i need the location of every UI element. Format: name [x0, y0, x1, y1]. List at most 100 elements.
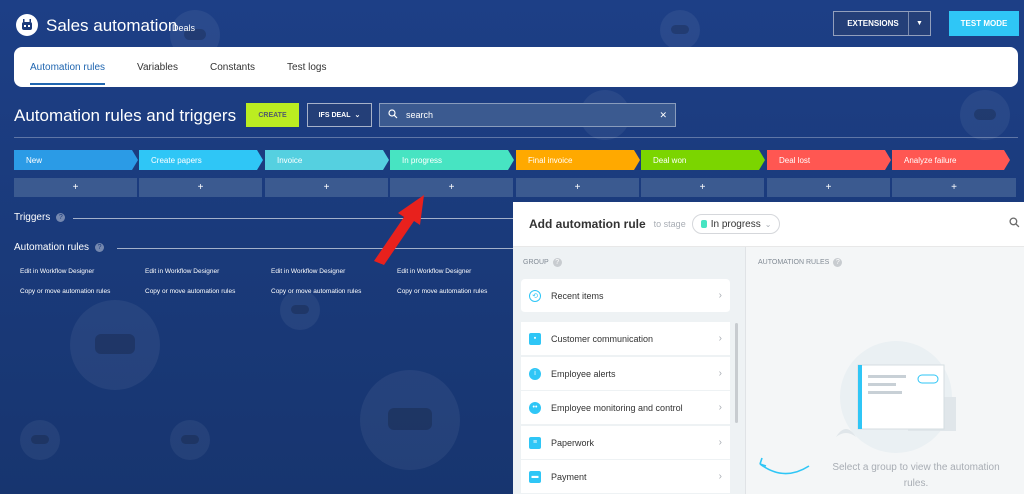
- edit-workflow-link[interactable]: Edit in Workflow Designer: [271, 268, 345, 275]
- pipeline-label: IFS DEAL: [318, 111, 351, 119]
- scrollbar[interactable]: [735, 323, 738, 423]
- history-icon: ⟲: [529, 289, 541, 302]
- group-employee-monitoring[interactable]: •• Employee monitoring and control ›: [521, 391, 730, 425]
- tab-automation-rules[interactable]: Automation rules: [30, 47, 106, 87]
- automation-rules-label: Automation rules: [14, 242, 90, 253]
- add-rule-button[interactable]: +: [139, 178, 262, 197]
- stage-selector[interactable]: In progress ⌄: [691, 214, 781, 234]
- add-rule-button[interactable]: +: [892, 178, 1016, 197]
- top-bar: Sales automation Deals EXTENSIONS ▼ TEST…: [0, 0, 1024, 48]
- panel-header: Add automation rule to stage In progress…: [513, 202, 1024, 247]
- group-employee-alerts[interactable]: i Employee alerts ›: [521, 357, 730, 391]
- test-mode-button[interactable]: TEST MODE: [949, 11, 1019, 36]
- create-button[interactable]: CREATE: [246, 103, 299, 127]
- copy-move-link[interactable]: Copy or move automation rules: [145, 288, 235, 295]
- copy-move-link[interactable]: Copy or move automation rules: [20, 288, 110, 295]
- group-recent-items[interactable]: ⟲ Recent items ›: [521, 279, 730, 313]
- edit-workflow-link[interactable]: Edit in Workflow Designer: [145, 268, 219, 275]
- stage-analyze-failure[interactable]: Analyze failure: [892, 150, 1010, 170]
- chevron-right-icon: ›: [718, 333, 722, 344]
- extensions-label: EXTENSIONS: [847, 19, 899, 28]
- robot-watermark-icon: [20, 420, 60, 460]
- group-paperwork[interactable]: ≡ Paperwork ›: [521, 426, 730, 460]
- group-item-label: Paperwork: [551, 437, 595, 448]
- empty-state-text: Select a group to view the automation ru…: [832, 462, 1000, 489]
- group-list: GROUP ? ⟲ Recent items › ▪ Customer comm…: [513, 247, 745, 494]
- add-rule-panel: Add automation rule to stage In progress…: [513, 202, 1024, 494]
- group-label: GROUP: [523, 259, 549, 266]
- group-item-label: Employee alerts: [551, 368, 616, 379]
- stage-in-progress[interactable]: In progress: [390, 150, 514, 170]
- add-rule-button[interactable]: +: [14, 178, 137, 197]
- info-icon: i: [529, 367, 541, 380]
- copy-move-link[interactable]: Copy or move automation rules: [271, 288, 361, 295]
- stage-invoice[interactable]: Invoice: [265, 150, 389, 170]
- chevron-right-icon: ›: [718, 368, 722, 379]
- chevron-down-icon[interactable]: ▼: [908, 12, 930, 35]
- tab-constants[interactable]: Constants: [210, 47, 255, 87]
- pipeline-select[interactable]: IFS DEAL ⌄: [307, 103, 372, 127]
- rules-column-header: AUTOMATION RULES ?: [758, 258, 843, 267]
- add-rule-button[interactable]: +: [516, 178, 639, 197]
- chevron-right-icon: ›: [718, 290, 722, 301]
- chevron-down-icon: ⌄: [354, 112, 361, 119]
- search-value: search: [406, 110, 434, 120]
- robot-watermark-icon: [360, 370, 460, 470]
- to-stage-label: to stage: [653, 219, 686, 229]
- rules-list: AUTOMATION RULES ? Select a group to vie…: [745, 247, 1024, 494]
- help-icon[interactable]: ?: [56, 213, 66, 222]
- section-divider: [73, 218, 513, 219]
- rules-label: AUTOMATION RULES: [758, 259, 830, 266]
- help-icon[interactable]: ?: [552, 258, 562, 267]
- extensions-button[interactable]: EXTENSIONS ▼: [833, 11, 931, 36]
- stage-new[interactable]: New: [14, 150, 138, 170]
- panel-title: Add automation rule: [529, 217, 646, 231]
- stage-deal-lost[interactable]: Deal lost: [767, 150, 891, 170]
- section-divider: [117, 248, 513, 249]
- empty-state-illustration-icon: [836, 341, 956, 453]
- help-icon[interactable]: ?: [833, 258, 843, 267]
- document-icon: ≡: [529, 436, 541, 449]
- stage-create-papers[interactable]: Create papers: [139, 150, 263, 170]
- edit-workflow-link[interactable]: Edit in Workflow Designer: [20, 268, 94, 275]
- chat-icon: ▪: [529, 332, 541, 345]
- curved-arrow-icon: [759, 457, 810, 475]
- chevron-right-icon: ›: [718, 471, 722, 482]
- red-arrow-annotation: [374, 195, 424, 265]
- group-item-label: Employee monitoring and control: [551, 402, 683, 413]
- stage-final-invoice[interactable]: Final invoice: [516, 150, 640, 170]
- search-input[interactable]: search ✕: [379, 103, 676, 127]
- group-customer-communication[interactable]: ▪ Customer communication ›: [521, 322, 730, 356]
- help-icon[interactable]: ?: [95, 243, 105, 252]
- wallet-icon: ▬: [529, 470, 541, 483]
- search-icon[interactable]: [1009, 217, 1020, 231]
- stage-selector-label: In progress: [710, 218, 761, 230]
- app-title: Sales automation: [46, 16, 178, 35]
- group-payment[interactable]: ▬ Payment ›: [521, 460, 730, 494]
- edit-workflow-link[interactable]: Edit in Workflow Designer: [397, 268, 471, 275]
- tab-test-logs[interactable]: Test logs: [287, 47, 326, 87]
- robot-watermark-icon: [70, 300, 160, 390]
- chevron-down-icon: ⌄: [764, 219, 772, 229]
- robot-icon: [16, 14, 38, 36]
- chevron-right-icon: ›: [718, 437, 722, 448]
- divider: [14, 137, 1018, 138]
- chevron-right-icon: ›: [718, 402, 722, 413]
- add-rule-button[interactable]: +: [767, 178, 890, 197]
- triggers-section: Triggers ?: [14, 212, 66, 223]
- add-rule-button[interactable]: +: [641, 178, 764, 197]
- page-title: Automation rules and triggers: [14, 106, 237, 125]
- copy-move-link[interactable]: Copy or move automation rules: [397, 288, 487, 295]
- people-icon: ••: [529, 401, 541, 414]
- tab-variables[interactable]: Variables: [137, 47, 178, 87]
- app-subtitle: Deals: [172, 23, 196, 33]
- search-icon: [388, 109, 398, 121]
- triggers-label: Triggers: [14, 212, 51, 223]
- stage-deal-won[interactable]: Deal won: [641, 150, 765, 170]
- group-item-label: Customer communication: [551, 333, 654, 344]
- robot-watermark-icon: [960, 90, 1010, 140]
- robot-watermark-icon: [280, 290, 320, 330]
- clear-icon[interactable]: ✕: [659, 110, 667, 121]
- tab-bar: Automation rules Variables Constants Tes…: [14, 47, 1018, 87]
- group-item-label: Recent items: [551, 290, 604, 301]
